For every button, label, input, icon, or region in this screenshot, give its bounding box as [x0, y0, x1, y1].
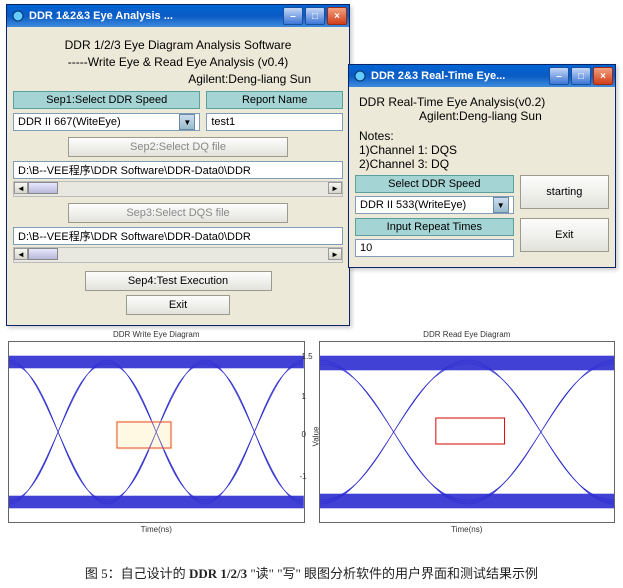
notes-label: Notes: [359, 129, 605, 143]
scroll-thumb[interactable] [28, 182, 58, 194]
header-line2: -----Write Eye & Read Eye Analysis (v0.4… [15, 54, 341, 71]
ddr-speed-value: DDR II 667(WiteEye) [18, 116, 121, 128]
header-text: DDR Real-Time Eye Analysis(v0.2) Agilent… [355, 93, 609, 125]
repeat-label: Input Repeat Times [355, 218, 514, 236]
test-execution-button[interactable]: Sep4:Test Execution [85, 271, 272, 291]
x-axis-label: Time(ns) [320, 525, 615, 534]
close-button[interactable]: × [593, 67, 613, 85]
chart-title: DDR Write Eye Diagram [8, 330, 305, 339]
chevron-down-icon: ▼ [179, 114, 195, 130]
header-line1: DDR 1/2/3 Eye Diagram Analysis Software [15, 37, 341, 54]
caption-suffix: "读" "写" 眼图分析软件的用户界面和测试结果示例 [247, 566, 538, 581]
caption-prefix: 图 5：自己设计的 [85, 566, 189, 581]
x-axis-label: Time(ns) [9, 525, 304, 534]
note-2: 2)Channel 3: DQ [359, 157, 605, 171]
read-eye-chart: DDR Read Eye Diagram Value 1.5 1 [319, 330, 616, 523]
scroll-right-icon[interactable]: ► [328, 182, 342, 194]
starting-button[interactable]: starting [520, 175, 609, 209]
scroll-right-icon[interactable]: ► [328, 248, 342, 260]
chart-plot: 2 1 0 -1 -1.5 Time(ns) [8, 341, 305, 523]
dqs-file-path-input[interactable] [13, 227, 343, 245]
report-label: Report Name [206, 91, 343, 109]
scroll-thumb[interactable] [28, 248, 58, 260]
write-eye-chart: DDR Write Eye Diagram 2 1 [8, 330, 305, 523]
header-text: DDR 1/2/3 Eye Diagram Analysis Software … [13, 33, 343, 91]
window-title: DDR 1&2&3 Eye Analysis ... [25, 10, 283, 22]
titlebar[interactable]: DDR 1&2&3 Eye Analysis ... – □ × [7, 5, 349, 27]
ddr-speed-value: DDR II 533(WriteEye) [360, 199, 466, 211]
window-title: DDR 2&3 Real-Time Eye... [367, 70, 549, 82]
window-eye-analysis: DDR 1&2&3 Eye Analysis ... – □ × DDR 1/2… [6, 4, 350, 326]
close-button[interactable]: × [327, 7, 347, 25]
note-1: 1)Channel 1: DQS [359, 143, 605, 157]
titlebar[interactable]: DDR 2&3 Real-Time Eye... – □ × [349, 65, 615, 87]
window-realtime-eye: DDR 2&3 Real-Time Eye... – □ × DDR Real-… [348, 64, 616, 268]
repeat-times-input[interactable] [355, 239, 514, 257]
report-name-input[interactable] [206, 113, 343, 131]
scrollbar-1[interactable]: ◄ ► [13, 181, 343, 197]
minimize-button[interactable]: – [283, 7, 303, 25]
charts-area: DDR Write Eye Diagram 2 1 [8, 330, 615, 523]
sep1-label: Sep1:Select DDR Speed [13, 91, 200, 109]
header-line1: DDR Real-Time Eye Analysis(v0.2) [359, 95, 605, 109]
chart-plot: Value 1.5 1 0 -1 Time(ns) [319, 341, 616, 523]
scrollbar-2[interactable]: ◄ ► [13, 247, 343, 263]
minimize-button[interactable]: – [549, 67, 569, 85]
scroll-left-icon[interactable]: ◄ [14, 182, 28, 194]
caption-bold: DDR 1/2/3 [189, 566, 247, 581]
chevron-down-icon: ▼ [493, 197, 509, 213]
select-speed-label: Select DDR Speed [355, 175, 514, 193]
app-icon [353, 69, 367, 83]
ddr-speed-select[interactable]: DDR II 667(WiteEye) ▼ [13, 113, 200, 131]
figure-caption: 图 5：自己设计的 DDR 1/2/3 "读" "写" 眼图分析软件的用户界面和… [0, 563, 623, 582]
header-line2: Agilent:Deng-liang Sun [359, 109, 605, 123]
dq-file-path-input[interactable] [13, 161, 343, 179]
chart-title: DDR Read Eye Diagram [319, 330, 616, 339]
exit-button[interactable]: Exit [520, 218, 609, 252]
y-axis-label: Value [311, 427, 320, 447]
maximize-button[interactable]: □ [571, 67, 591, 85]
sep3-button[interactable]: Sep3:Select DQS file [68, 203, 288, 223]
scroll-left-icon[interactable]: ◄ [14, 248, 28, 260]
maximize-button[interactable]: □ [305, 7, 325, 25]
sep2-button[interactable]: Sep2:Select DQ file [68, 137, 288, 157]
app-icon [11, 9, 25, 23]
exit-button[interactable]: Exit [126, 295, 231, 315]
header-line3: Agilent:Deng-liang Sun [15, 71, 341, 88]
ddr-speed-select[interactable]: DDR II 533(WriteEye) ▼ [355, 196, 514, 214]
notes: Notes: 1)Channel 1: DQS 2)Channel 3: DQ [355, 125, 609, 175]
